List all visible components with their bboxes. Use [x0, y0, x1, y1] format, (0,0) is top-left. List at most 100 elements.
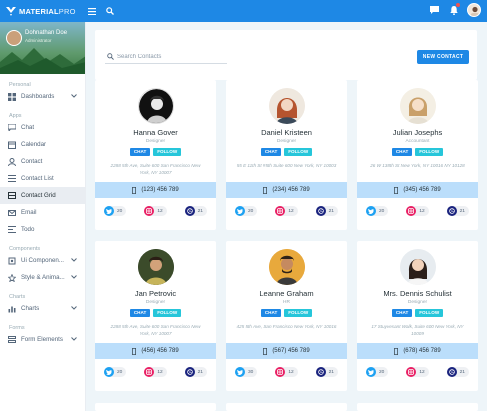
chat-button[interactable]: CHAT [129, 309, 151, 317]
chat-button[interactable]: CHAT [391, 148, 413, 156]
sidebar-item-chat[interactable]: Chat [0, 119, 85, 136]
contact-icon [8, 157, 16, 166]
count-value: 20 [247, 208, 254, 214]
twitter-count[interactable]: 20 [103, 367, 127, 377]
profile-avatar[interactable] [6, 30, 22, 46]
contact-avatar[interactable] [138, 249, 174, 285]
contact-phone[interactable]: (567) 456 789 [226, 343, 347, 359]
instagram-icon [275, 206, 286, 216]
contact-avatar[interactable] [269, 88, 305, 124]
dribbble-icon [184, 206, 195, 216]
sidebar-item-contact[interactable]: Contact [0, 153, 85, 170]
chart-icon [8, 305, 16, 313]
contact-phone[interactable]: (456) 456 789 [95, 343, 216, 359]
dribbble-count[interactable]: 21 [315, 367, 338, 377]
contact-card: Hanna Gover Designer CHAT FOLLOW 2288 5t… [95, 80, 216, 230]
contact-avatar[interactable] [400, 249, 436, 285]
sidebar-item-label: Charts [21, 305, 40, 312]
sidebar-item-ui-components[interactable]: Ui Componen... [0, 252, 85, 269]
count-value: 12 [419, 208, 425, 214]
sidebar-item-email[interactable]: Email [0, 204, 85, 221]
todo-icon [8, 226, 16, 234]
chat-button[interactable]: CHAT [129, 148, 151, 156]
notification-badge [456, 3, 460, 7]
sidebar-profile: Dohnathan Doe Administrator [0, 22, 85, 74]
instagram-icon [144, 206, 155, 216]
twitter-count[interactable]: 20 [103, 206, 127, 216]
sidebar-item-charts[interactable]: Charts [0, 300, 85, 317]
twitter-count[interactable]: 20 [365, 206, 389, 216]
count-value: 21 [459, 208, 465, 214]
follow-button[interactable]: FOLLOW [284, 309, 313, 317]
phone-number: (234) 456 789 [272, 187, 310, 193]
contact-phone[interactable]: (234) 456 789 [226, 182, 347, 198]
menu-toggle-icon[interactable] [85, 4, 99, 18]
email-icon [8, 209, 16, 217]
instagram-count[interactable]: 12 [406, 367, 429, 377]
dribbble-count[interactable]: 21 [315, 206, 338, 216]
contact-name: Daniel Kristeen [261, 128, 312, 137]
nav-caption-components: Components [9, 246, 41, 252]
profile-name[interactable]: Dohnathan Doe [25, 30, 67, 36]
profile-subtitle: Administrator [25, 38, 52, 43]
instagram-count[interactable]: 12 [144, 206, 167, 216]
contact-role: Designer [276, 139, 297, 144]
sidebar-item-dashboards[interactable]: Dashboards [0, 88, 85, 105]
chat-button[interactable]: CHAT [391, 309, 413, 317]
instagram-icon [406, 206, 417, 216]
follow-button[interactable]: FOLLOW [415, 148, 444, 156]
app-logo[interactable]: MATERIAL PRO [0, 6, 85, 16]
twitter-icon [365, 206, 376, 216]
notification-bell-icon[interactable] [447, 3, 461, 17]
twitter-count[interactable]: 20 [365, 367, 389, 377]
contact-role: Designer [407, 300, 428, 305]
contact-address: 26 W 138th St New York, NY 10016 NY 1012… [370, 163, 465, 168]
sidebar-item-label: Contact List [21, 175, 54, 182]
instagram-count[interactable]: 12 [275, 367, 298, 377]
follow-button[interactable]: FOLLOW [153, 309, 182, 317]
chevron-down-icon [71, 275, 77, 279]
chat-button[interactable]: CHAT [260, 148, 282, 156]
sidebar-item-contact-grid[interactable]: Contact Grid [0, 187, 85, 204]
chat-button[interactable]: CHAT [260, 309, 282, 317]
instagram-count[interactable]: 12 [144, 367, 167, 377]
contact-name: Leanne Graham [259, 289, 314, 298]
dribbble-count[interactable]: 21 [184, 206, 207, 216]
twitter-count[interactable]: 30 [234, 367, 258, 377]
search-icon[interactable] [103, 4, 117, 18]
sidebar-item-calendar[interactable]: Calendar [0, 136, 85, 153]
message-icon[interactable] [427, 3, 441, 17]
instagram-count[interactable]: 12 [406, 206, 429, 216]
contact-phone[interactable]: (345) 456 789 [357, 182, 478, 198]
dribbble-count[interactable]: 21 [184, 367, 207, 377]
sidebar-item-style-animation[interactable]: Style & Anima... [0, 269, 85, 286]
user-avatar[interactable] [467, 3, 481, 17]
contact-avatar[interactable] [269, 249, 305, 285]
contact-avatar[interactable] [400, 88, 436, 124]
dribbble-count[interactable]: 21 [446, 206, 469, 216]
twitter-count[interactable]: 20 [234, 206, 258, 216]
count-value: 12 [157, 208, 163, 214]
phone-icon [263, 347, 268, 355]
sidebar-item-form-elements[interactable]: Form Elements [0, 331, 85, 348]
follow-button[interactable]: FOLLOW [415, 309, 444, 317]
sidebar-item-contact-list[interactable]: Contact List [0, 170, 85, 187]
sidebar-item-todo[interactable]: Todo [0, 221, 85, 238]
count-value: 21 [328, 369, 334, 375]
chat-icon [8, 124, 16, 132]
instagram-count[interactable]: 12 [275, 206, 298, 216]
count-value: 12 [419, 369, 425, 375]
follow-button[interactable]: FOLLOW [153, 148, 182, 156]
count-value: 21 [197, 208, 203, 214]
contact-phone[interactable]: (123) 456 789 [95, 182, 216, 198]
search-input[interactable] [117, 53, 217, 60]
follow-button[interactable]: FOLLOW [284, 148, 313, 156]
new-contact-button[interactable]: NEW CONTACT [417, 50, 469, 64]
calendar-icon [8, 141, 16, 149]
dribbble-icon [184, 367, 195, 377]
contact-address: 2288 5th Ave, Suite 600 San Francisco Ne… [110, 163, 201, 175]
dribbble-count[interactable]: 21 [446, 367, 469, 377]
contact-phone[interactable]: (678) 456 789 [357, 343, 478, 359]
contact-avatar[interactable] [138, 88, 174, 124]
sidebar-item-label: Calendar [21, 141, 47, 148]
